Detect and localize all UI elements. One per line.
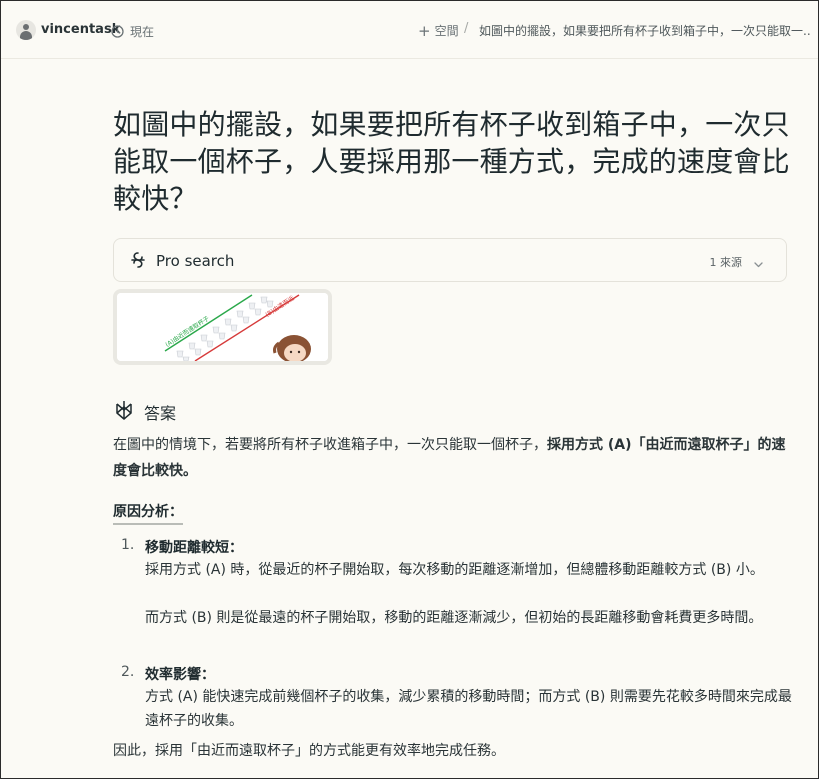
timestamp: 現在 [130,25,155,39]
answer-heading-label: 答案 [144,404,177,423]
pro-search-icon [129,251,147,273]
pro-search-panel[interactable]: Pro search 1 來源 [113,238,787,282]
reason-heading: 原因分析： [113,502,183,525]
list-item-text-1a: 採用方式 (A) 時，從最近的杯子開始取，每次移動的距離逐漸增加，但總體移動距離… [145,562,764,578]
space-label: 空間 [434,24,459,38]
answer-intro: 在圖中的情境下，若要將所有杯子收進箱子中，一次只能取一個杯子，採用方式 (A)「… [113,432,793,484]
list-number-1: 1. [121,537,135,553]
intro-text: 在圖中的情境下，若要將所有杯子收進箱子中，一次只能取一個杯子， [113,437,547,453]
plus-icon: + [418,21,431,40]
list-item-title-1: 移動距離較短： [145,540,243,556]
list-number-2: 2. [121,664,135,680]
breadcrumb-thread-title[interactable]: 如圖中的擺設，如果要把所有杯子收到箱子中，一次只能取一... [479,22,811,39]
pro-search-label: Pro search [156,252,235,270]
top-bar: vincentask 現在 + 空間 / 如圖中的擺設，如果要把所有杯子收到箱子… [0,0,819,59]
list-item-title-2: 效率影響： [145,667,215,683]
chevron-down-icon[interactable] [753,255,764,274]
username[interactable]: vincentask [41,22,120,37]
intro-bold-text: 採用方式 (A)「由近而遠取杯子」 [547,437,758,453]
user-avatar[interactable] [16,20,36,40]
source-count: 1 來源 [709,256,743,269]
answer-heading: 答案 [113,399,176,425]
answer-logo-icon [113,399,135,425]
add-to-space-button[interactable]: + 空間 [418,22,459,39]
question-title: 如圖中的擺設，如果要把所有杯子收到箱子中，一次只能取一個杯子，人要採用那一種方式… [113,108,790,215]
answer-conclusion: 因此，採用「由近而遠取杯子」的方式能更有效率地完成任務。 [113,743,505,759]
list-item-text-2a: 方式 (A) 能快速完成前幾個杯子的收集，減少累積的移動時間；而方式 (B) 則… [145,689,792,729]
attached-image-thumbnail[interactable]: (A)由近而遠取杯子 (B)由遠而近 [113,289,332,365]
cups-diagram-image: (A)由近而遠取杯子 (B)由遠而近 [117,293,328,361]
breadcrumb-separator: / [464,21,469,36]
clock-icon [111,23,124,42]
list-item-text-1b: 而方式 (B) 則是從最遠的杯子開始取，移動的距離逐漸減少，但初始的長距離移動會… [145,610,763,626]
